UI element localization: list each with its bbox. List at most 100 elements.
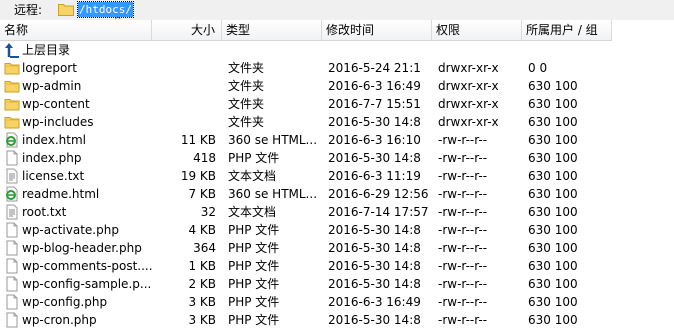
file-modified: 2016-5-30 14:8 [328,241,421,255]
file-type: 360 se HTML... [228,187,318,201]
file-row[interactable]: wp-comments-post.... 1 KB PHP 文件 2016-5-30 … [0,257,612,275]
file-type: PHP 文件 [228,277,280,291]
file-type: PHP 文件 [228,295,280,309]
file-permissions: -rw-r--r-- [438,259,488,273]
file-size: 3 KB [188,295,216,309]
folder-icon [4,81,20,93]
file-row[interactable]: wp-content 文件夹 2016-7-7 15:51 drwxr-xr-x 630… [0,95,612,113]
column-size[interactable]: 大小 [152,20,222,40]
text-file-icon [6,204,18,220]
file-type: 文件夹 [228,61,265,75]
file-name: readme.html [22,187,100,201]
file-owner: 630 100 [528,169,578,183]
file-row[interactable]: wp-includes 文件夹 2016-5-30 14:8 drwxr-xr-x 63… [0,113,612,131]
file-row[interactable]: root.txt 32 文本文档 2016-7-14 17:57 -rw-r--r-- 6… [0,203,612,221]
file-owner: 630 100 [528,151,578,165]
file-owner: 630 100 [528,295,578,309]
file-size: 1 KB [188,259,216,273]
file-size: 2 KB [188,277,216,291]
file-owner: 630 100 [528,133,578,147]
file-type: PHP 文件 [228,259,280,273]
file-icon [6,258,18,274]
file-name: wp-comments-post.... [22,259,152,273]
file-modified: 2016-5-30 14:8 [328,223,421,237]
html-file-icon [6,186,18,202]
column-modified[interactable]: 修改时间 [322,20,432,40]
file-name: logreport [22,61,77,75]
column-permissions[interactable]: 权限 [432,20,522,40]
file-row[interactable]: license.txt 19 KB 文本文档 2016-6-3 11:19 -rw-r-… [0,167,612,185]
file-permissions: -rw-r--r-- [438,313,488,327]
column-owner[interactable]: 所属用户 / 组 [522,20,612,40]
file-owner: 630 100 [528,277,578,291]
file-row[interactable]: readme.html 7 KB 360 se HTML... 2016-6-29 1… [0,185,612,203]
file-permissions: drwxr-xr-x [438,79,499,93]
file-modified: 2016-5-30 14:8 [328,115,421,129]
file-name: wp-admin [22,79,82,93]
column-name[interactable]: 名称 [0,20,152,40]
file-owner: 630 100 [528,241,578,255]
file-owner: 630 100 [528,205,578,219]
folder-icon [58,4,74,16]
file-permissions: -rw-r--r-- [438,223,488,237]
file-modified: 2016-5-30 14:8 [328,259,421,273]
file-size: 32 [200,205,216,219]
parent-directory-row[interactable]: 上层目录 [0,41,612,59]
file-size: 3 KB [188,313,216,327]
file-row[interactable]: wp-cron.php 3 KB PHP 文件 2016-5-30 14:8 -rw-r… [0,311,612,329]
file-permissions: -rw-r--r-- [438,295,488,309]
file-icon [6,240,18,256]
file-row[interactable]: logreport 文件夹 2016-5-24 21:1 drwxr-xr-x 0 0 [0,59,612,77]
file-type: PHP 文件 [228,313,280,327]
file-modified: 2016-6-3 16:49 [328,295,421,309]
file-modified: 2016-6-3 16:49 [328,79,421,93]
file-row[interactable]: index.php 418 PHP 文件 2016-5-30 14:8 -rw-r--r… [0,149,612,167]
file-row[interactable]: wp-config-sample.p... 2 KB PHP 文件 2016-5-30… [0,275,612,293]
file-permissions: -rw-r--r-- [438,205,488,219]
file-type: PHP 文件 [228,151,280,165]
file-permissions: -rw-r--r-- [438,151,488,165]
file-row[interactable]: wp-config.php 3 KB PHP 文件 2016-6-3 16:49 -rw… [0,293,612,311]
file-owner: 630 100 [528,79,578,93]
file-modified: 2016-7-7 15:51 [328,97,421,111]
file-modified: 2016-5-30 14:8 [328,277,421,291]
file-permissions: -rw-r--r-- [438,277,488,291]
file-permissions: drwxr-xr-x [438,115,499,129]
folder-icon [4,63,20,75]
file-size: 418 [193,151,216,165]
file-row[interactable]: index.html 11 KB 360 se HTML... 2016-6-3 16… [0,131,612,149]
file-owner: 630 100 [528,97,578,111]
file-type: 文件夹 [228,115,265,129]
sort-ascending-icon: ^ [114,16,122,26]
file-modified: 2016-6-3 16:10 [328,133,421,147]
file-permissions: -rw-r--r-- [438,169,488,183]
file-owner: 0 0 [528,61,548,75]
file-name: wp-content [22,97,90,111]
file-modified: 2016-6-3 11:19 [328,169,421,183]
file-type: 文本文档 [228,169,277,183]
file-type: 文件夹 [228,79,265,93]
file-row[interactable]: wp-admin 文件夹 2016-6-3 16:49 drwxr-xr-x 630 1… [0,77,612,95]
file-owner: 630 100 [528,223,578,237]
file-name: index.html [22,133,86,147]
file-row[interactable]: wp-activate.php 4 KB PHP 文件 2016-5-30 14:8 -… [0,221,612,239]
file-modified: 2016-6-29 12:56 [328,187,429,201]
file-size: 7 KB [188,187,216,201]
file-type: 文件夹 [228,97,265,111]
file-size: 11 KB [180,133,216,147]
file-modified: 2016-5-30 14:8 [328,313,421,327]
file-icon [6,150,18,166]
parent-directory-label: 上层目录 [22,43,71,57]
file-icon [6,276,18,292]
file-permissions: -rw-r--r-- [438,133,488,147]
remote-path-bar: 远程: /htdocs/ [0,0,674,20]
file-name: wp-blog-header.php [22,241,142,255]
file-name: wp-includes [22,115,94,129]
remote-path-input[interactable]: /htdocs/ [77,1,134,18]
file-size: 19 KB [180,169,216,183]
file-name: root.txt [22,205,67,219]
file-icon [6,222,18,238]
file-name: index.php [22,151,82,165]
column-type[interactable]: 类型 [222,20,322,40]
file-row[interactable]: wp-blog-header.php 364 PHP 文件 2016-5-30 14:… [0,239,612,257]
